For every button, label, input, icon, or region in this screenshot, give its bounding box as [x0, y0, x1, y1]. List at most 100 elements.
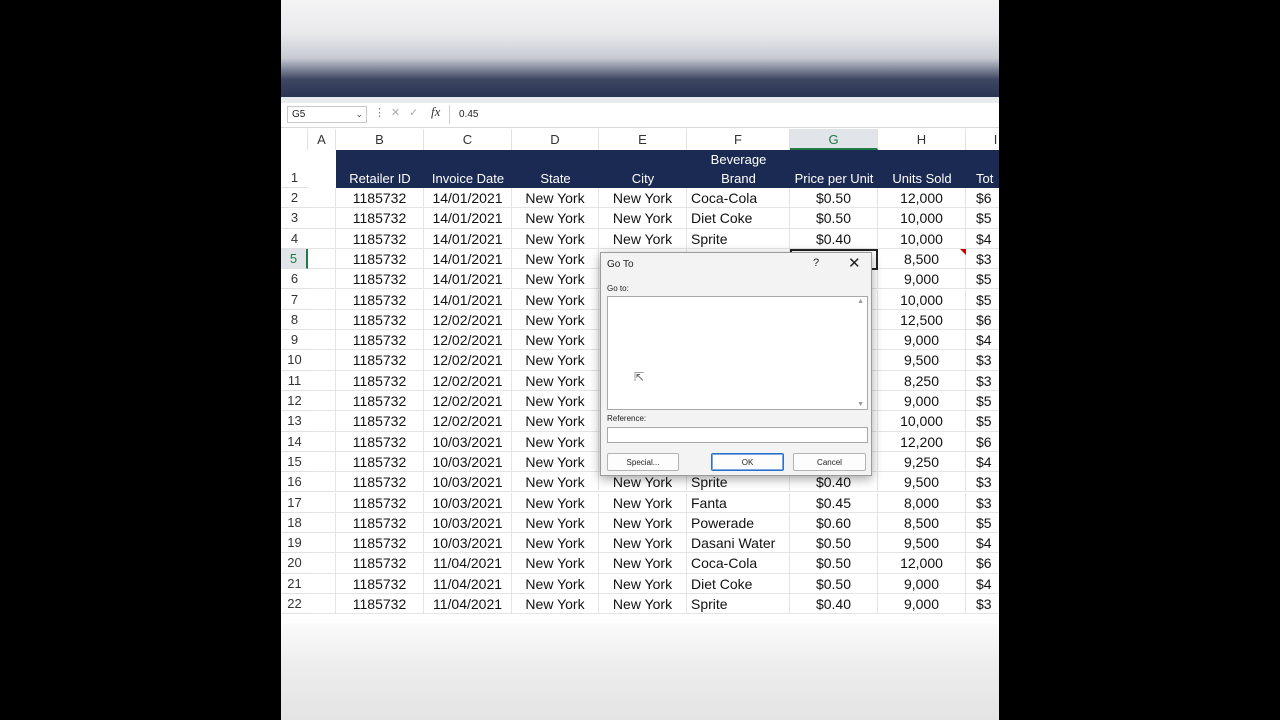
cell-a10[interactable]	[308, 350, 336, 371]
row-header-18[interactable]: 18	[281, 512, 308, 534]
header-cell-h[interactable]: Units Sold	[878, 150, 966, 188]
row-header-2[interactable]: 2	[281, 188, 308, 209]
cell-g4[interactable]: $0.40	[790, 228, 878, 249]
row-header-8[interactable]: 8	[281, 309, 308, 331]
cell-h14[interactable]: 12,200	[878, 431, 966, 452]
cell-g3[interactable]: $0.50	[790, 208, 878, 229]
cell-e18[interactable]: New York	[599, 512, 687, 534]
cell-d3[interactable]: New York	[512, 208, 599, 229]
cell-c20[interactable]: 11/04/2021	[424, 553, 512, 574]
cell-c18[interactable]: 10/03/2021	[424, 512, 512, 534]
header-cell-c[interactable]: Invoice Date	[424, 150, 512, 188]
cell-d20[interactable]: New York	[512, 553, 599, 574]
cell-d15[interactable]: New York	[512, 451, 599, 473]
chevron-down-icon[interactable]: ⌄	[355, 107, 363, 121]
cell-a3[interactable]	[308, 208, 336, 229]
cell-a18[interactable]	[308, 512, 336, 534]
cell-a7[interactable]	[308, 289, 336, 310]
insert-function-icon[interactable]: fx	[431, 104, 440, 120]
cell-d6[interactable]: New York	[512, 269, 599, 290]
cell-d12[interactable]: New York	[512, 391, 599, 412]
cell-b13[interactable]: 1185732	[336, 411, 424, 432]
cell-c5[interactable]: 14/01/2021	[424, 248, 512, 270]
cell-b14[interactable]: 1185732	[336, 431, 424, 452]
cell-c11[interactable]: 12/02/2021	[424, 370, 512, 391]
cell-e22[interactable]: New York	[599, 594, 687, 615]
cell-b20[interactable]: 1185732	[336, 553, 424, 574]
column-header-e[interactable]: E	[599, 129, 687, 150]
cancel-button[interactable]: Cancel	[793, 453, 866, 471]
help-icon[interactable]: ?	[813, 257, 819, 269]
row-header-4[interactable]: 4	[281, 228, 308, 249]
cell-i9[interactable]: $4	[966, 330, 999, 351]
column-header-d[interactable]: D	[512, 129, 599, 150]
header-cell-g[interactable]: Price per Unit	[790, 150, 878, 188]
cell-h21[interactable]: 9,000	[878, 573, 966, 594]
cell-b9[interactable]: 1185732	[336, 330, 424, 351]
row-header-17[interactable]: 17	[281, 492, 308, 513]
cell-c19[interactable]: 10/03/2021	[424, 533, 512, 554]
confirm-entry-icon[interactable]: ✓	[409, 106, 418, 119]
cell-i18[interactable]: $5	[966, 513, 999, 534]
cell-g18[interactable]: $0.60	[790, 512, 878, 534]
cell-h20[interactable]: 12,000	[878, 553, 966, 574]
cell-d13[interactable]: New York	[512, 411, 599, 432]
cell-d8[interactable]: New York	[512, 309, 599, 331]
row-header-5[interactable]: 5	[281, 248, 308, 270]
cell-a14[interactable]	[308, 431, 336, 452]
row-header-7[interactable]: 7	[281, 289, 308, 310]
header-cell-f[interactable]: Beverage Brand	[687, 150, 790, 188]
column-header-b[interactable]: B	[336, 129, 424, 150]
cell-b4[interactable]: 1185732	[336, 228, 424, 249]
cell-f2[interactable]: Coca-Cola	[687, 188, 790, 209]
cell-i7[interactable]: $5	[966, 290, 999, 310]
cell-e17[interactable]: New York	[599, 492, 687, 513]
cell-i4[interactable]: $4	[966, 229, 999, 249]
column-header-h[interactable]: H	[878, 129, 966, 150]
cell-c12[interactable]: 12/02/2021	[424, 391, 512, 412]
cell-i5[interactable]: $3	[966, 249, 999, 270]
cell-b5[interactable]: 1185732	[336, 248, 424, 270]
row-header-19[interactable]: 19	[281, 533, 308, 554]
cell-g2[interactable]: $0.50	[790, 188, 878, 209]
cell-i14[interactable]: $6	[966, 432, 999, 452]
cell-g21[interactable]: $0.50	[790, 573, 878, 594]
cell-i12[interactable]: $5	[966, 391, 999, 412]
cell-a16[interactable]	[308, 472, 336, 493]
row-header-16[interactable]: 16	[281, 472, 308, 493]
cell-g19[interactable]: $0.50	[790, 533, 878, 554]
cell-a2[interactable]	[308, 188, 336, 209]
cell-f17[interactable]: Fanta	[687, 492, 790, 513]
cell-h10[interactable]: 9,500	[878, 350, 966, 371]
cell-b2[interactable]: 1185732	[336, 188, 424, 209]
cell-b21[interactable]: 1185732	[336, 573, 424, 594]
cell-c16[interactable]: 10/03/2021	[424, 472, 512, 493]
cell-i22[interactable]: $3	[966, 594, 999, 615]
cell-d7[interactable]: New York	[512, 289, 599, 310]
formula-input[interactable]: 0.45	[459, 109, 478, 120]
cell-i3[interactable]: $5	[966, 208, 999, 229]
cell-g20[interactable]: $0.50	[790, 553, 878, 574]
cell-c3[interactable]: 14/01/2021	[424, 208, 512, 229]
cell-h22[interactable]: 9,000	[878, 594, 966, 615]
cell-a5[interactable]	[308, 248, 336, 270]
header-cell-e[interactable]: City	[599, 150, 687, 188]
row-header-23[interactable]	[281, 614, 308, 623]
cell-b18[interactable]: 1185732	[336, 512, 424, 534]
row-header-1[interactable]: 1	[281, 150, 308, 188]
cell-h13[interactable]: 10,000	[878, 411, 966, 432]
cell-i20[interactable]: $6	[966, 553, 999, 574]
cell-h16[interactable]: 9,500	[878, 472, 966, 493]
cell-b11[interactable]: 1185732	[336, 370, 424, 391]
cell-h7[interactable]: 10,000	[878, 289, 966, 310]
cell-c14[interactable]: 10/03/2021	[424, 431, 512, 452]
more-options-icon[interactable]: ⋮	[374, 106, 385, 119]
cell-b16[interactable]: 1185732	[336, 472, 424, 493]
cell-h8[interactable]: 12,500	[878, 309, 966, 331]
ok-button[interactable]: OK	[711, 453, 784, 471]
cell-f21[interactable]: Diet Coke	[687, 573, 790, 594]
row-header-14[interactable]: 14	[281, 431, 308, 452]
cell-b15[interactable]: 1185732	[336, 451, 424, 473]
cell-e2[interactable]: New York	[599, 188, 687, 209]
cell-h9[interactable]: 9,000	[878, 330, 966, 351]
